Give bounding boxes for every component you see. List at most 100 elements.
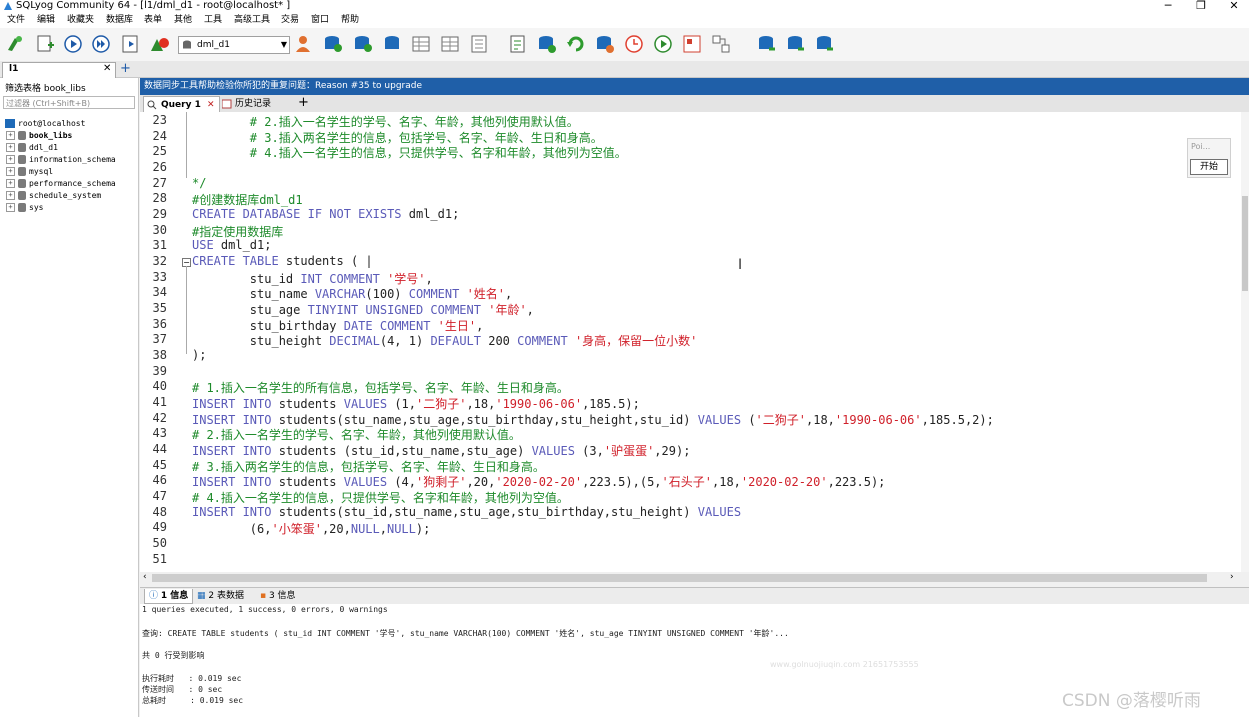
- restore-db-icon[interactable]: [352, 33, 374, 55]
- editor-vertical-scroll-thumb[interactable]: [1242, 196, 1248, 291]
- tree-item-label: sys: [29, 203, 44, 212]
- chevron-down-icon: ▼: [280, 40, 287, 49]
- tree-item-book-libs[interactable]: + book_libs: [6, 130, 72, 141]
- editor-horizontal-scroll-thumb[interactable]: [152, 574, 1207, 582]
- import-icon[interactable]: [594, 33, 616, 55]
- table-data-icon[interactable]: [439, 33, 461, 55]
- info-icon: ⓘ: [149, 591, 161, 601]
- format-query-icon[interactable]: [507, 33, 529, 55]
- menu-transaction[interactable]: 交易: [281, 14, 299, 27]
- tree-item-ddl-d1[interactable]: + ddl_d1: [6, 142, 58, 153]
- line-number: 25: [152, 144, 167, 159]
- menu-advanced-tools[interactable]: 高级工具: [234, 14, 270, 27]
- expand-icon[interactable]: +: [6, 179, 15, 188]
- code-line: USE dml_d1;: [192, 238, 272, 253]
- sql-editor[interactable]: 23 24 25 26 27 28 29 30 31 32 33 34 35 36 37 38 39 40 41 42…: [140, 112, 1241, 572]
- expand-icon[interactable]: +: [6, 167, 15, 176]
- code-line: # 2.插入一名学生的学号、名字、年龄，其他列使用默认值。: [192, 115, 579, 129]
- maximize-button[interactable]: ❐: [1186, 0, 1216, 12]
- window-title: SQLyog Community 64 - [l1/dml_d1 - root@…: [16, 0, 291, 11]
- menu-table[interactable]: 表单: [144, 14, 162, 27]
- menu-window[interactable]: 窗口: [311, 14, 329, 27]
- database-tools-icon[interactable]: [381, 33, 403, 55]
- menu-edit[interactable]: 编辑: [37, 14, 55, 27]
- menu-file[interactable]: 文件: [7, 14, 25, 27]
- scroll-left-icon[interactable]: ‹: [143, 572, 147, 582]
- code-line: # 2.插入一名学生的学号、名字、年龄，其他列使用默认值。: [192, 428, 521, 443]
- query-builder-icon[interactable]: [710, 33, 732, 55]
- line-number: 34: [152, 285, 167, 300]
- add-connection-tab-icon[interactable]: +: [120, 61, 131, 76]
- refresh-icon[interactable]: [565, 33, 587, 55]
- execute-all-icon[interactable]: [90, 33, 112, 55]
- tree-root[interactable]: root@localhost: [5, 118, 85, 129]
- expand-icon[interactable]: +: [6, 143, 15, 152]
- code-line: # 4.插入一名学生的信息，只提供学号、名字和年龄，其他列为空值。: [192, 146, 627, 161]
- schema-designer-icon[interactable]: [681, 33, 703, 55]
- line-number: 41: [152, 395, 167, 410]
- connection-tab[interactable]: l1 ✕: [2, 62, 116, 78]
- data-sync-icon[interactable]: [756, 33, 778, 55]
- tab-query-1[interactable]: Query 1 ✕: [143, 96, 220, 113]
- database-icon: [18, 203, 26, 212]
- menu-database[interactable]: 数据库: [106, 14, 133, 27]
- tree-root-label: root@localhost: [18, 119, 86, 128]
- tab-table-data[interactable]: ▦ 2 表数据: [197, 589, 244, 603]
- tree-item-information-schema[interactable]: + information_schema: [6, 154, 116, 165]
- add-query-tab-icon[interactable]: +: [298, 95, 309, 110]
- backup-db-icon[interactable]: [322, 33, 344, 55]
- expand-icon[interactable]: +: [6, 203, 15, 212]
- transfer-time-text: 传送时间 : 0 sec: [142, 685, 223, 694]
- code-line: INSERT INTO students(stu_name,stu_age,st…: [192, 412, 994, 427]
- line-number: 45: [152, 457, 167, 472]
- line-number: 24: [152, 128, 167, 143]
- expand-icon[interactable]: +: [6, 131, 15, 140]
- start-button[interactable]: 开始: [1190, 159, 1228, 175]
- close-window-button[interactable]: ✕: [1219, 0, 1249, 12]
- minimize-button[interactable]: ─: [1153, 0, 1183, 12]
- code-line: CREATE DATABASE IF NOT EXISTS dml_d1;: [192, 207, 460, 222]
- tree-item-schedule-system[interactable]: + schedule_system: [6, 190, 101, 201]
- execute-edit-icon[interactable]: [120, 33, 142, 55]
- tab-history[interactable]: 历史记录: [221, 96, 292, 112]
- tree-item-label: mysql: [29, 167, 54, 176]
- tab-messages[interactable]: ⓘ 1 信息: [144, 589, 194, 604]
- schema-icon[interactable]: [468, 33, 490, 55]
- database-select[interactable]: dml_d1 ▼: [178, 36, 290, 54]
- code-line: stu_id INT COMMENT '学号',: [192, 271, 433, 286]
- tab-info[interactable]: ▪ 3 信息: [260, 589, 296, 603]
- tree-item-mysql[interactable]: + mysql: [6, 166, 53, 177]
- upgrade-notice[interactable]: 数据同步工具帮助检验你所犯的重复问题：Reason #35 to upgrade: [140, 78, 1249, 95]
- filter-input[interactable]: 过滤器 (Ctrl+Shift+B): [3, 96, 135, 109]
- editor-vertical-scrollbar[interactable]: [1241, 112, 1249, 572]
- code-line: INSERT INTO students VALUES (4,'狗剩子',20,…: [192, 475, 886, 490]
- tree-item-performance-schema[interactable]: + performance_schema: [6, 178, 116, 189]
- expand-icon[interactable]: +: [6, 155, 15, 164]
- line-number: 46: [152, 473, 167, 488]
- close-icon[interactable]: ✕: [207, 97, 215, 113]
- scheduler-icon[interactable]: [623, 33, 645, 55]
- schema-sync-icon[interactable]: [785, 33, 807, 55]
- object-browser-header: 筛选表格 book_libs: [5, 84, 86, 94]
- code-line: (6,'小笨蛋',20,NULL,NULL);: [192, 522, 431, 537]
- line-number: 31: [152, 238, 167, 253]
- menu-favorites[interactable]: 收藏夹: [67, 14, 94, 27]
- menu-tools[interactable]: 工具: [204, 14, 222, 27]
- user-manager-icon[interactable]: [292, 33, 314, 55]
- table-icon[interactable]: [410, 33, 432, 55]
- new-connection-icon[interactable]: [4, 33, 26, 55]
- job-agent-icon[interactable]: [652, 33, 674, 55]
- menu-other[interactable]: 其他: [174, 14, 192, 27]
- line-number: 43: [152, 426, 167, 441]
- execute-query-icon[interactable]: [62, 33, 84, 55]
- stop-icon[interactable]: [148, 33, 170, 55]
- expand-icon[interactable]: +: [6, 191, 15, 200]
- code-line: #指定使用数据库: [192, 224, 284, 239]
- tree-item-sys[interactable]: + sys: [6, 202, 43, 213]
- close-icon[interactable]: ✕: [103, 63, 111, 74]
- copy-db-icon[interactable]: [814, 33, 836, 55]
- sync-db-icon[interactable]: [536, 33, 558, 55]
- scroll-right-icon[interactable]: ›: [1230, 572, 1234, 582]
- menu-help[interactable]: 帮助: [341, 14, 359, 27]
- new-query-icon[interactable]: [34, 33, 56, 55]
